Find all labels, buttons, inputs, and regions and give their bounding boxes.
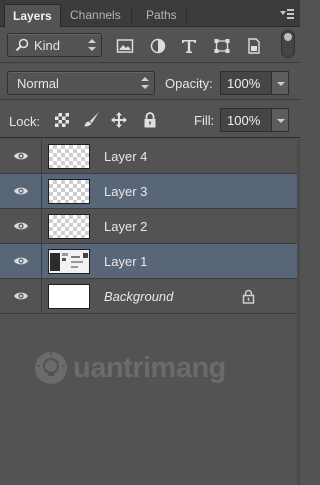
tab-divider bbox=[186, 8, 187, 22]
lock-all-icon[interactable] bbox=[141, 111, 159, 129]
layer-row-layer-1[interactable]: Layer 1 bbox=[0, 244, 300, 279]
layers-list: Layer 4 Layer 3 Layer 2 Layer 1 Backgrou… bbox=[0, 139, 300, 314]
opacity-input[interactable]: 100% bbox=[220, 71, 272, 95]
adjustment-layer-filter-icon[interactable] bbox=[149, 38, 167, 54]
layer-thumbnail-image bbox=[48, 249, 90, 274]
eye-icon bbox=[14, 152, 28, 160]
tab-channels[interactable]: Channels bbox=[62, 4, 129, 27]
lock-transparent-pixels-icon[interactable] bbox=[53, 111, 71, 129]
layer-name[interactable]: Layer 1 bbox=[104, 254, 147, 269]
layer-row-layer-4[interactable]: Layer 4 bbox=[0, 139, 300, 174]
blend-row: Normal Opacity: 100% bbox=[0, 64, 300, 100]
layer-lock-icon bbox=[242, 289, 255, 304]
layer-thumbnail bbox=[48, 284, 90, 309]
visibility-toggle[interactable] bbox=[0, 139, 42, 173]
tab-layers[interactable]: Layers bbox=[4, 4, 61, 28]
fill-label: Fill: bbox=[194, 113, 215, 128]
pixel-layer-filter-icon[interactable] bbox=[116, 38, 134, 54]
shape-layer-filter-icon[interactable] bbox=[213, 38, 231, 54]
watermark-logo-icon bbox=[35, 352, 67, 384]
lock-image-pixels-icon[interactable] bbox=[82, 111, 100, 129]
watermark-text: uantrimang bbox=[73, 352, 226, 384]
fill-input[interactable]: 100% bbox=[220, 108, 272, 132]
fill-dropdown-button[interactable] bbox=[271, 108, 289, 132]
layers-panel: Layers Channels Paths Kind Normal Opacit… bbox=[0, 0, 300, 485]
type-layer-filter-icon[interactable] bbox=[180, 38, 198, 54]
panel-menu-icon[interactable] bbox=[280, 8, 294, 20]
watermark: uantrimang bbox=[33, 350, 263, 390]
eye-icon bbox=[14, 222, 28, 230]
panel-tab-bar: Layers Channels Paths bbox=[0, 0, 300, 28]
eye-icon bbox=[14, 257, 28, 265]
layer-name[interactable]: Background bbox=[104, 289, 173, 304]
search-icon bbox=[15, 38, 29, 52]
filter-kind-select[interactable]: Kind bbox=[7, 33, 102, 57]
lock-row: Lock: Fill: 100% bbox=[0, 101, 300, 138]
layer-thumbnail bbox=[48, 179, 90, 204]
layer-name[interactable]: Layer 4 bbox=[104, 149, 147, 164]
smart-object-filter-icon[interactable] bbox=[245, 38, 263, 54]
layer-name[interactable]: Layer 2 bbox=[104, 219, 147, 234]
tab-paths[interactable]: Paths bbox=[138, 4, 185, 27]
lock-label: Lock: bbox=[9, 114, 41, 129]
blend-mode-select[interactable]: Normal bbox=[7, 71, 155, 95]
lock-position-icon[interactable] bbox=[110, 111, 128, 129]
visibility-toggle[interactable] bbox=[0, 279, 42, 313]
fill-value: 100% bbox=[227, 113, 261, 128]
visibility-toggle[interactable] bbox=[0, 174, 42, 208]
layer-name[interactable]: Layer 3 bbox=[104, 184, 147, 199]
filter-kind-label: Kind bbox=[34, 38, 61, 53]
layer-row-layer-3[interactable]: Layer 3 bbox=[0, 174, 300, 209]
visibility-toggle[interactable] bbox=[0, 244, 42, 278]
filter-toggle-switch[interactable] bbox=[281, 30, 295, 58]
scroll-edge bbox=[297, 139, 300, 485]
opacity-value: 100% bbox=[227, 76, 261, 91]
eye-icon bbox=[14, 292, 28, 300]
opacity-label: Opacity: bbox=[165, 76, 213, 91]
opacity-dropdown-button[interactable] bbox=[271, 71, 289, 95]
blend-mode-value: Normal bbox=[17, 76, 59, 91]
layer-filter-row: Kind bbox=[0, 27, 300, 63]
visibility-toggle[interactable] bbox=[0, 209, 42, 243]
updown-arrows-icon bbox=[88, 39, 96, 51]
layer-thumbnail bbox=[48, 144, 90, 169]
updown-arrows-icon bbox=[141, 77, 149, 89]
eye-icon bbox=[14, 187, 28, 195]
tab-divider bbox=[131, 8, 132, 22]
layer-thumbnail bbox=[48, 214, 90, 239]
layer-row-background[interactable]: Background bbox=[0, 279, 300, 314]
layer-row-layer-2[interactable]: Layer 2 bbox=[0, 209, 300, 244]
screenshot-thumbnail-icon bbox=[49, 250, 89, 273]
